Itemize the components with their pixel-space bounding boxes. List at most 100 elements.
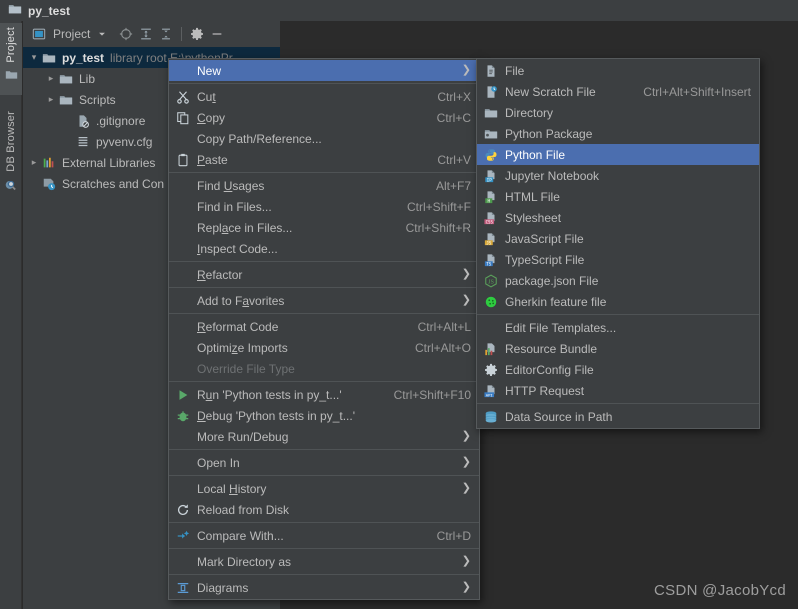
database-icon xyxy=(483,409,499,425)
menu-item[interactable]: Directory xyxy=(477,102,759,123)
menu-item[interactable]: CSS Stylesheet xyxy=(477,207,759,228)
menu-separator xyxy=(169,574,479,575)
menu-item[interactable]: Cut Ctrl+X xyxy=(169,86,479,107)
menu-item-label: TypeScript File xyxy=(505,252,585,267)
project-view-icon[interactable] xyxy=(29,22,49,46)
menu-item[interactable]: New Scratch File Ctrl+Alt+Shift+Insert xyxy=(477,81,759,102)
tool-window-strip: Project DB Browser xyxy=(0,21,22,609)
compare-icon xyxy=(175,528,191,544)
chevron-down-icon[interactable]: ▾ xyxy=(29,52,39,63)
menu-item-shortcut: Ctrl+D xyxy=(436,528,471,543)
menu-item[interactable]: Refactor ❯ xyxy=(169,264,479,285)
external-libraries-icon xyxy=(41,155,57,171)
menu-item-no-icon xyxy=(175,481,191,497)
menu-item-label: Diagrams xyxy=(197,580,249,595)
select-opened-file-icon[interactable] xyxy=(116,22,136,46)
chevron-right-icon[interactable]: ▸ xyxy=(46,94,56,105)
menu-item-no-icon xyxy=(175,131,191,147)
menu-item-label: Optimize Imports xyxy=(197,340,288,355)
project-toolbar: Project xyxy=(23,21,280,47)
reload-icon xyxy=(175,502,191,518)
minimize-icon[interactable] xyxy=(207,22,227,46)
menu-item[interactable]: Diagrams ❯ xyxy=(169,577,479,598)
menu-item[interactable]: Edit File Templates... xyxy=(477,317,759,338)
chevron-down-icon[interactable] xyxy=(94,22,110,46)
svg-text:JS: JS xyxy=(486,240,492,245)
menu-item[interactable]: EditorConfig File xyxy=(477,359,759,380)
menu-item[interactable]: IP Jupyter Notebook xyxy=(477,165,759,186)
menu-item[interactable]: Paste Ctrl+V xyxy=(169,149,479,170)
context-menu[interactable]: New ❯ Cut Ctrl+X Copy Ctrl+C Copy Path/Referen… xyxy=(168,58,480,600)
menu-item[interactable]: Find in Files... Ctrl+Shift+F xyxy=(169,196,479,217)
menu-item-label: Stylesheet xyxy=(505,210,562,225)
menu-item-label: Data Source in Path xyxy=(505,409,613,424)
menu-item[interactable]: Override File Type xyxy=(169,358,479,379)
menu-item[interactable]: Mark Directory as ❯ xyxy=(169,551,479,572)
tree-node-label: Scripts xyxy=(79,92,116,107)
menu-item-shortcut: Ctrl+X xyxy=(437,89,471,104)
menu-item[interactable]: Copy Ctrl+C xyxy=(169,107,479,128)
menu-item[interactable]: Reformat Code Ctrl+Alt+L xyxy=(169,316,479,337)
menu-item[interactable]: Inspect Code... xyxy=(169,238,479,259)
gear-icon xyxy=(483,362,499,378)
menu-item-shortcut: Ctrl+V xyxy=(437,152,471,167)
window-title: py_test xyxy=(28,3,71,18)
menu-item[interactable]: File xyxy=(477,60,759,81)
menu-item-no-icon xyxy=(175,220,191,236)
tree-node-label: pyvenv.cfg xyxy=(96,134,153,149)
menu-item[interactable]: JS JavaScript File xyxy=(477,228,759,249)
menu-item[interactable]: Run 'Python tests in py_t...' Ctrl+Shift+… xyxy=(169,384,479,405)
collapse-all-icon[interactable] xyxy=(156,22,176,46)
menu-item[interactable]: Data Source in Path xyxy=(477,406,759,427)
expand-all-icon[interactable] xyxy=(136,22,156,46)
run-icon xyxy=(175,387,191,403)
menu-item[interactable]: New ❯ xyxy=(169,60,479,81)
strip-button-project[interactable]: Project xyxy=(0,23,22,95)
menu-item-label: Local History xyxy=(197,481,267,496)
menu-item[interactable]: Resource Bundle xyxy=(477,338,759,359)
menu-item[interactable]: API HTTP Request xyxy=(477,380,759,401)
menu-item[interactable]: Gherkin feature file xyxy=(477,291,759,312)
menu-item[interactable]: Find Usages Alt+F7 xyxy=(169,175,479,196)
menu-item[interactable]: More Run/Debug ❯ xyxy=(169,426,479,447)
menu-item[interactable]: Local History ❯ xyxy=(169,478,479,499)
menu-item-shortcut: Ctrl+Alt+Shift+Insert xyxy=(643,84,751,99)
menu-item[interactable]: Open In ❯ xyxy=(169,452,479,473)
nodejs-icon: JS xyxy=(483,273,499,289)
gear-icon[interactable] xyxy=(187,22,207,46)
menu-separator xyxy=(169,449,479,450)
menu-item-label: Find Usages xyxy=(197,178,265,193)
menu-item-label: Open In xyxy=(197,455,240,470)
menu-item[interactable]: Optimize Imports Ctrl+Alt+O xyxy=(169,337,479,358)
menu-item[interactable]: Reload from Disk xyxy=(169,499,479,520)
menu-item[interactable]: Add to Favorites ❯ xyxy=(169,290,479,311)
menu-item[interactable]: Copy Path/Reference... xyxy=(169,128,479,149)
menu-item-no-icon xyxy=(175,554,191,570)
menu-item-label: File xyxy=(505,63,525,78)
diagrams-icon xyxy=(175,580,191,596)
chevron-right-icon: ❯ xyxy=(461,581,471,593)
menu-item[interactable]: Python File xyxy=(477,144,759,165)
menu-item[interactable]: JS package.json File xyxy=(477,270,759,291)
menu-item-label: EditorConfig File xyxy=(505,362,594,377)
html-file-icon: H xyxy=(483,189,499,205)
folder-icon xyxy=(58,71,74,87)
chevron-right-icon: ❯ xyxy=(461,482,471,494)
chevron-right-icon[interactable]: ▸ xyxy=(29,157,39,168)
menu-item[interactable]: Compare With... Ctrl+D xyxy=(169,525,479,546)
menu-item[interactable]: Debug 'Python tests in py_t...' xyxy=(169,405,479,426)
menu-item[interactable]: TS TypeScript File xyxy=(477,249,759,270)
menu-item[interactable]: Python Package xyxy=(477,123,759,144)
strip-button-db-browser[interactable]: DB Browser xyxy=(0,107,22,211)
menu-item[interactable]: Replace in Files... Ctrl+Shift+R xyxy=(169,217,479,238)
db-browser-icon xyxy=(4,177,18,194)
menu-item-label: JavaScript File xyxy=(505,231,584,246)
chevron-right-icon: ❯ xyxy=(461,64,471,76)
chevron-right-icon[interactable]: ▸ xyxy=(46,73,56,84)
menu-item[interactable]: H HTML File xyxy=(477,186,759,207)
menu-separator xyxy=(169,83,479,84)
resource-bundle-icon xyxy=(483,341,499,357)
new-submenu[interactable]: File New Scratch File Ctrl+Alt+Shift+Inser… xyxy=(476,58,760,429)
menu-item-no-icon xyxy=(175,241,191,257)
menu-item-no-icon xyxy=(175,293,191,309)
